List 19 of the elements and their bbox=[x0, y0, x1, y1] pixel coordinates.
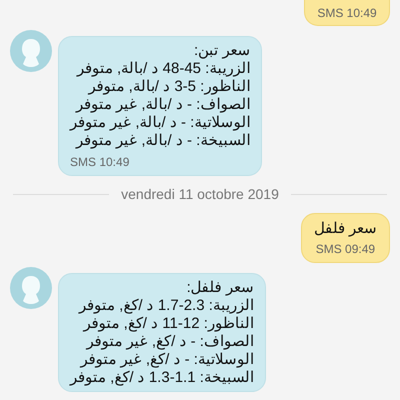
message-text: سعر فلفل: bbox=[186, 279, 254, 297]
avatar-icon bbox=[10, 30, 52, 72]
message-text: سعر تبن: bbox=[194, 42, 250, 60]
message-text: الصواف: - د /كغ, غير متوفر bbox=[86, 333, 254, 351]
avatar-icon bbox=[10, 267, 52, 309]
message-text: الناظور: 12-11 د /كغ, متوفر bbox=[83, 315, 254, 333]
message-text: السبيخة: - د /بالة, غير متوفر bbox=[76, 132, 250, 150]
message-time: SMS 10:49 bbox=[70, 154, 130, 171]
message-time: SMS 09:49 bbox=[316, 241, 376, 258]
message-text: الزريبة: 45-48 د /بالة, متوفر bbox=[76, 60, 250, 78]
message-text: الوسلاتية: - د /كغ, غير متوفر bbox=[80, 351, 254, 369]
date-separator: vendredi 11 octobre 2019 bbox=[121, 185, 279, 204]
message-text: سعر فلفل bbox=[314, 220, 377, 238]
message-text: الزريبة: 2.3-1.7 د /كغ, متوفر bbox=[79, 297, 254, 315]
message-text: الصواف: - د /بالة, غير متوفر bbox=[76, 96, 250, 114]
message-text: الوسلاتية: - د /بالة, غير متوفر bbox=[70, 114, 250, 132]
message-text: الناظور: 5-3 د /بالة, متوفر bbox=[88, 78, 250, 96]
message-time: SMS 10:49 bbox=[317, 5, 377, 22]
message-text: السبيخة: 1.1-1.3 د /كغ, متوفر bbox=[70, 369, 254, 387]
